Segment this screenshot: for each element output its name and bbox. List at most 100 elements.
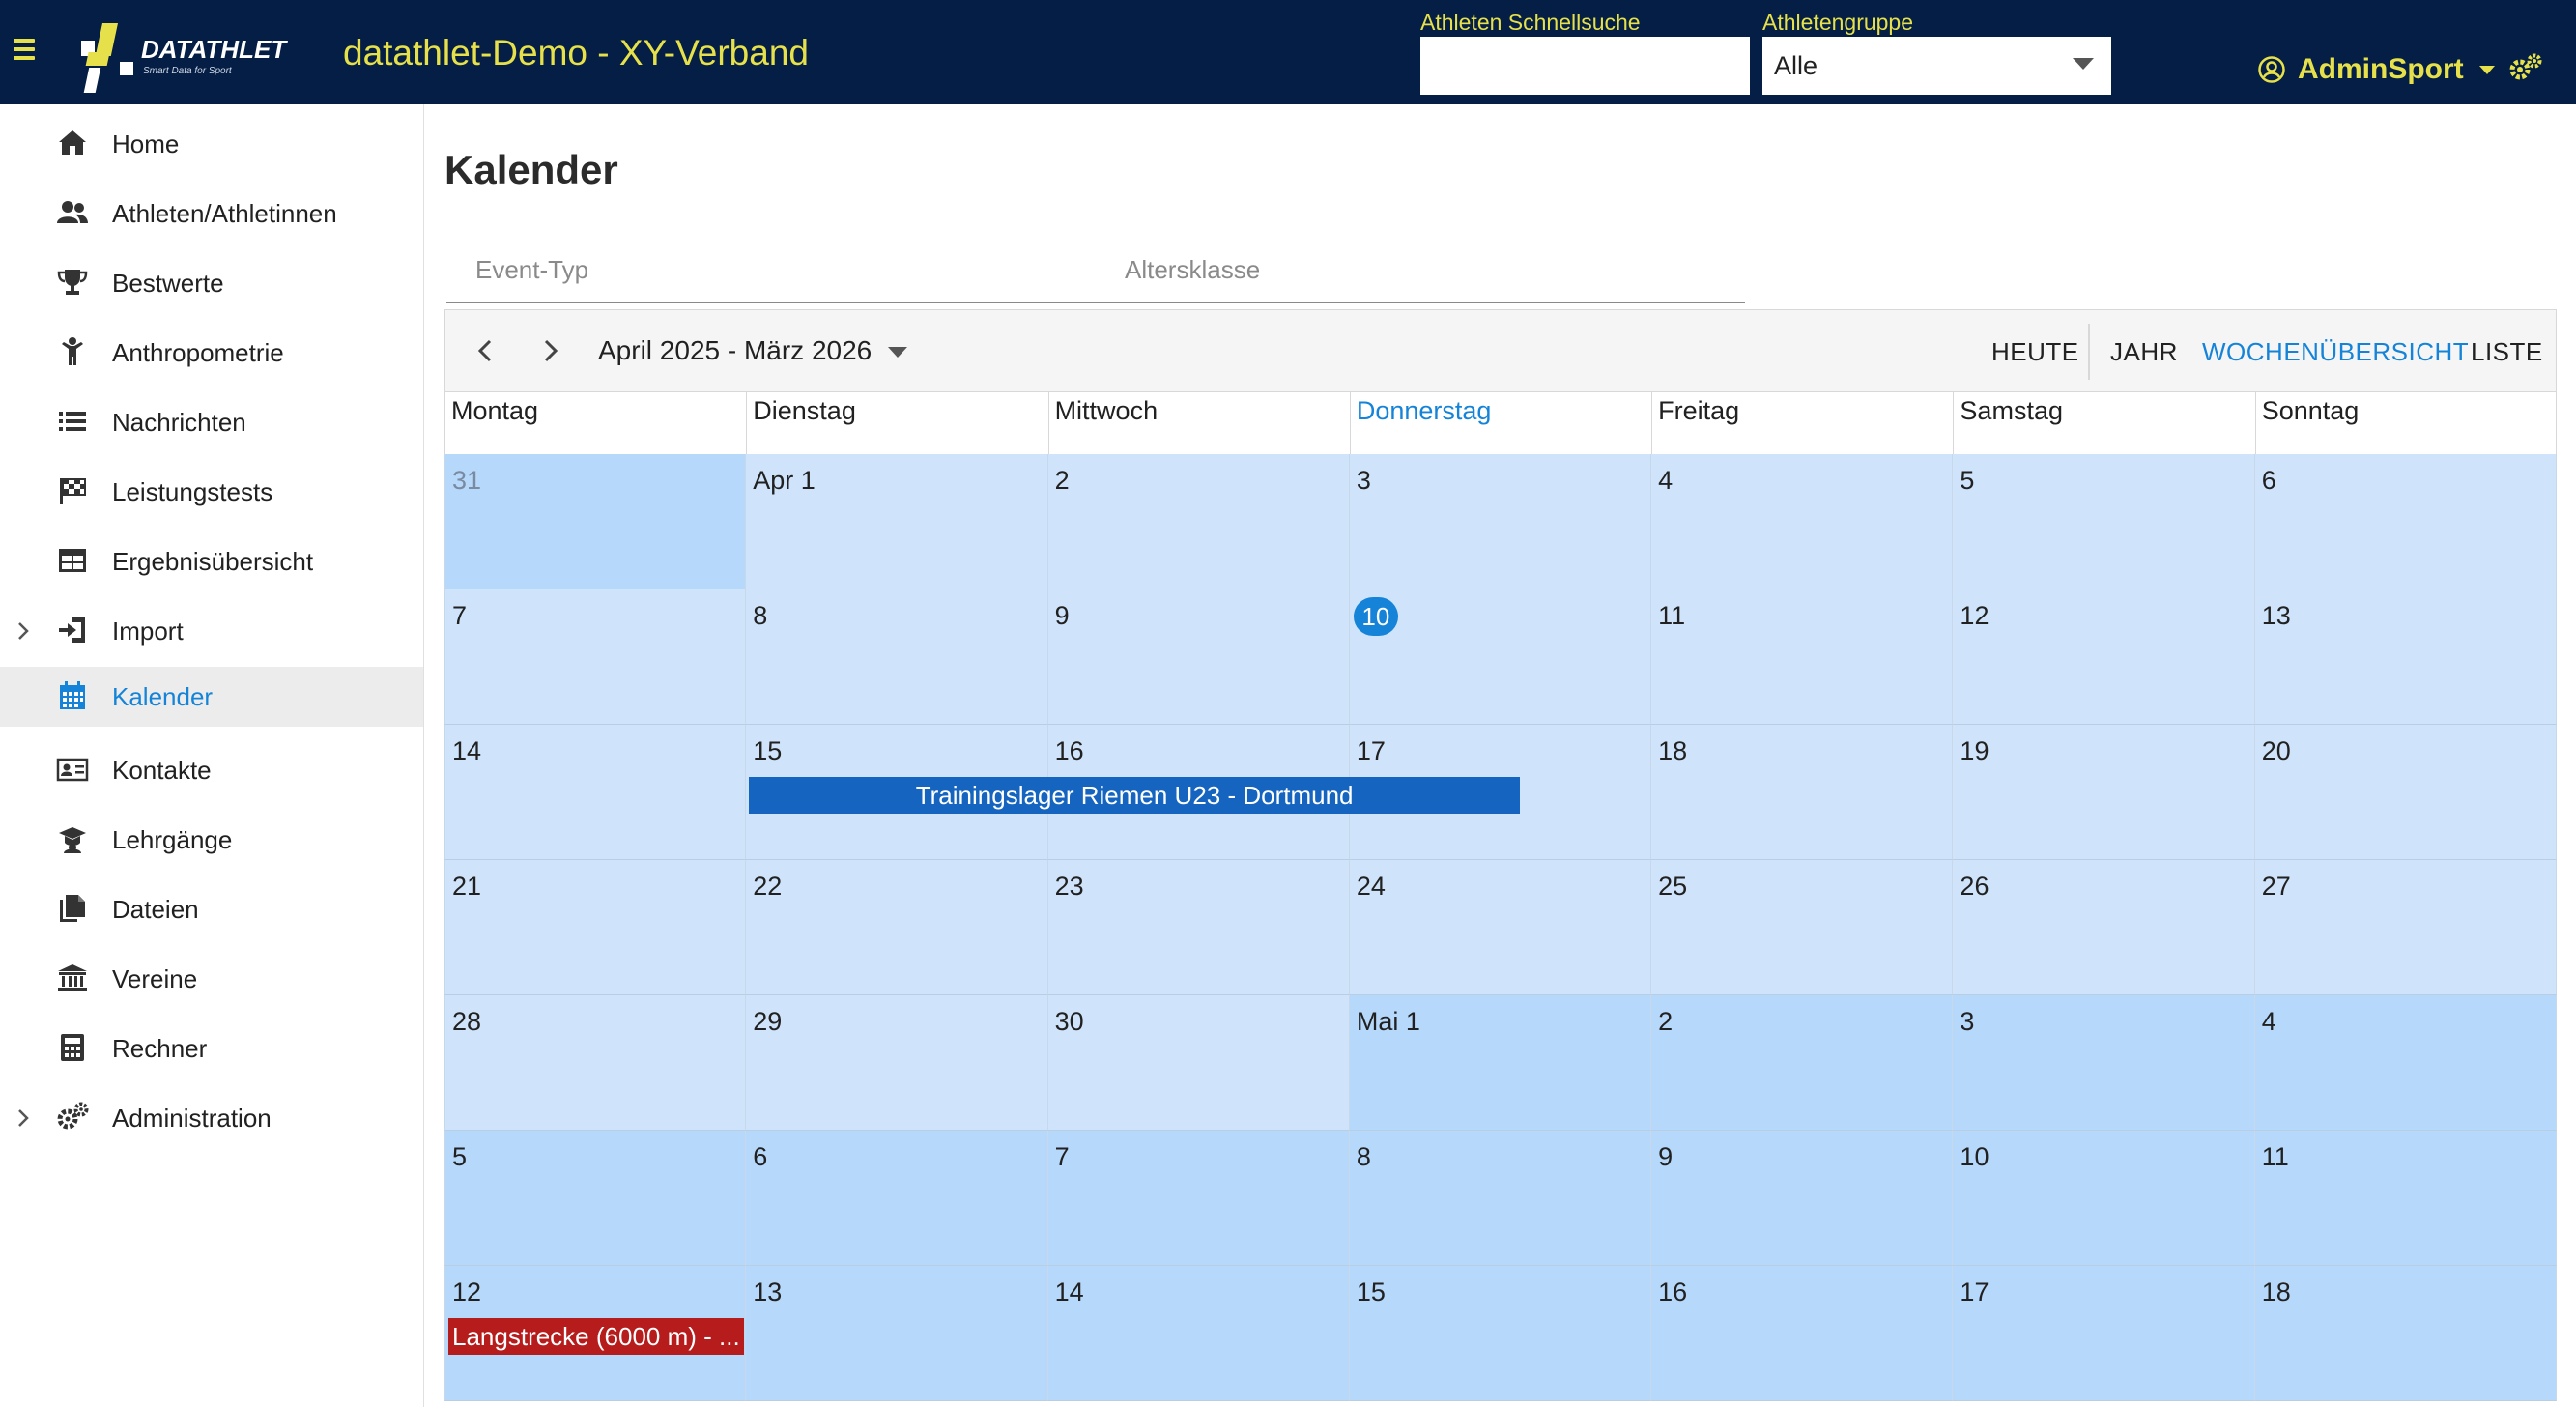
day-number[interactable]: 4 — [2262, 1007, 2276, 1037]
day-number[interactable]: 2 — [1658, 1007, 1673, 1037]
calendar-day-cell[interactable]: 4 — [1651, 454, 1954, 589]
week-overview-button[interactable]: WOCHENÜBERSICHT — [2202, 337, 2469, 367]
calendar-day-cell[interactable]: 8 — [746, 589, 1048, 725]
calendar-day-cell[interactable]: 10 — [1953, 1131, 2255, 1266]
day-number[interactable]: 8 — [753, 601, 767, 631]
day-number[interactable]: 25 — [1658, 872, 1687, 902]
calendar-day-cell[interactable]: 9 — [1651, 1131, 1954, 1266]
calendar-day-cell[interactable]: 6 — [2254, 454, 2557, 589]
day-number[interactable]: 4 — [1658, 466, 1673, 496]
list-view-button[interactable]: LISTE — [2471, 337, 2543, 367]
athlete-group-select[interactable]: Alle — [1762, 37, 2111, 95]
calendar-day-cell[interactable]: 2 — [1047, 454, 1350, 589]
chevron-right-icon[interactable] — [15, 619, 31, 643]
day-number[interactable]: 14 — [452, 736, 481, 766]
day-number[interactable]: 17 — [1960, 1278, 1989, 1307]
calendar-day-cell[interactable]: 16 — [1651, 1266, 1954, 1401]
day-number[interactable]: 28 — [452, 1007, 481, 1037]
day-number[interactable]: 6 — [2262, 466, 2276, 496]
menu-icon[interactable] — [14, 39, 35, 64]
calendar-day-cell[interactable]: 2 — [1651, 995, 1954, 1131]
calendar-day-cell[interactable]: 9 — [1047, 589, 1350, 725]
sidebar-item-clubs[interactable]: Vereine — [0, 949, 423, 1009]
day-number[interactable]: 9 — [1055, 601, 1070, 631]
date-range-selector[interactable]: April 2025 - März 2026 — [598, 335, 872, 366]
day-number[interactable]: 12 — [452, 1278, 481, 1307]
sidebar-item-administration[interactable]: Administration — [0, 1088, 423, 1148]
day-number[interactable]: 13 — [2262, 601, 2291, 631]
calendar-day-cell[interactable]: 14 — [1047, 1266, 1350, 1401]
sidebar-item-athletes[interactable]: Athleten/Athletinnen — [0, 184, 423, 244]
sidebar-item-courses[interactable]: Lehrgänge — [0, 810, 423, 870]
day-number[interactable]: Apr 1 — [753, 466, 816, 496]
calendar-day-cell[interactable]: 30 — [1047, 995, 1350, 1131]
day-number[interactable]: 16 — [1658, 1278, 1687, 1307]
day-number[interactable]: 26 — [1960, 872, 1989, 902]
day-number[interactable]: 31 — [452, 466, 481, 496]
day-number[interactable]: 29 — [753, 1007, 782, 1037]
day-number[interactable]: 7 — [452, 601, 467, 631]
day-number[interactable]: 7 — [1055, 1142, 1070, 1172]
calendar-day-cell[interactable]: 20 — [2254, 725, 2557, 860]
sidebar-item-anthropometry[interactable]: Anthropometrie — [0, 323, 423, 383]
day-number[interactable]: 2 — [1055, 466, 1070, 496]
calendar-day-cell[interactable]: 18 — [2254, 1266, 2557, 1401]
day-number[interactable]: Mai 1 — [1357, 1007, 1420, 1037]
chevron-right-icon[interactable] — [15, 1106, 31, 1130]
calendar-day-cell[interactable]: 10 — [1349, 589, 1652, 725]
calendar-day-cell[interactable]: 12 — [1953, 589, 2255, 725]
today-button[interactable]: HEUTE — [1991, 337, 2079, 367]
chevron-left-icon[interactable] — [469, 333, 503, 368]
calendar-day-cell[interactable]: 27 — [2254, 860, 2557, 995]
day-number[interactable]: 30 — [1055, 1007, 1084, 1037]
calendar-day-cell[interactable]: 11 — [1651, 589, 1954, 725]
day-number[interactable]: 17 — [1357, 736, 1386, 766]
day-number[interactable]: 21 — [452, 872, 481, 902]
sidebar-item-performance-tests[interactable]: Leistungstests — [0, 462, 423, 522]
calendar-day-cell[interactable]: 3 — [1953, 995, 2255, 1131]
calendar-day-cell[interactable]: 8 — [1349, 1131, 1652, 1266]
calendar-event-training-camp[interactable]: Trainingslager Riemen U23 - Dortmund — [749, 777, 1520, 814]
calendar-day-cell[interactable]: 24 — [1349, 860, 1652, 995]
day-number[interactable]: 3 — [1357, 466, 1371, 496]
settings-gears-icon[interactable] — [2508, 52, 2543, 83]
day-number[interactable]: 12 — [1960, 601, 1989, 631]
day-number[interactable]: 27 — [2262, 872, 2291, 902]
day-number[interactable]: 9 — [1658, 1142, 1673, 1172]
calendar-day-cell[interactable]: 17 — [1953, 1266, 2255, 1401]
calendar-day-cell[interactable]: Apr 1 — [746, 454, 1048, 589]
calendar-day-cell[interactable]: 13 — [746, 1266, 1048, 1401]
sidebar-item-results-overview[interactable]: Ergebnisübersicht — [0, 531, 423, 591]
calendar-day-cell[interactable]: 28 — [444, 995, 747, 1131]
day-number[interactable]: 15 — [1357, 1278, 1386, 1307]
user-menu-button[interactable]: AdminSport — [2257, 50, 2495, 89]
calendar-day-cell[interactable]: 5 — [444, 1131, 747, 1266]
day-number[interactable]: 11 — [2262, 1142, 2289, 1172]
calendar-event-long-distance[interactable]: Langstrecke (6000 m) - ... — [448, 1318, 744, 1355]
sidebar-item-calculator[interactable]: Rechner — [0, 1019, 423, 1078]
calendar-day-cell[interactable]: 5 — [1953, 454, 2255, 589]
calendar-day-cell[interactable]: 29 — [746, 995, 1048, 1131]
sidebar-item-import[interactable]: Import — [0, 601, 423, 661]
calendar-day-cell[interactable]: 7 — [1047, 1131, 1350, 1266]
day-number[interactable]: 3 — [1960, 1007, 1974, 1037]
calendar-day-cell[interactable]: 23 — [1047, 860, 1350, 995]
athlete-quick-search-input[interactable] — [1420, 37, 1750, 95]
sidebar-item-messages[interactable]: Nachrichten — [0, 392, 423, 452]
day-number[interactable]: 5 — [1960, 466, 1974, 496]
datathlet-logo[interactable]: DATATHLET Smart Data for Sport — [81, 23, 303, 93]
calendar-day-cell[interactable]: 26 — [1953, 860, 2255, 995]
calendar-day-cell[interactable]: 7 — [444, 589, 747, 725]
day-number[interactable]: 19 — [1960, 736, 1989, 766]
calendar-day-cell[interactable]: 19 — [1953, 725, 2255, 860]
calendar-day-cell[interactable]: 18 — [1651, 725, 1954, 860]
day-number[interactable]: 13 — [753, 1278, 782, 1307]
calendar-day-cell[interactable]: 15 — [1349, 1266, 1652, 1401]
day-number[interactable]: 18 — [2262, 1278, 2291, 1307]
calendar-day-cell[interactable]: 3 — [1349, 454, 1652, 589]
sidebar-item-contacts[interactable]: Kontakte — [0, 740, 423, 800]
day-number[interactable]: 20 — [2262, 736, 2291, 766]
day-number[interactable]: 10 — [1960, 1142, 1989, 1172]
sidebar-item-files[interactable]: Dateien — [0, 879, 423, 939]
calendar-day-cell[interactable]: Mai 1 — [1349, 995, 1652, 1131]
